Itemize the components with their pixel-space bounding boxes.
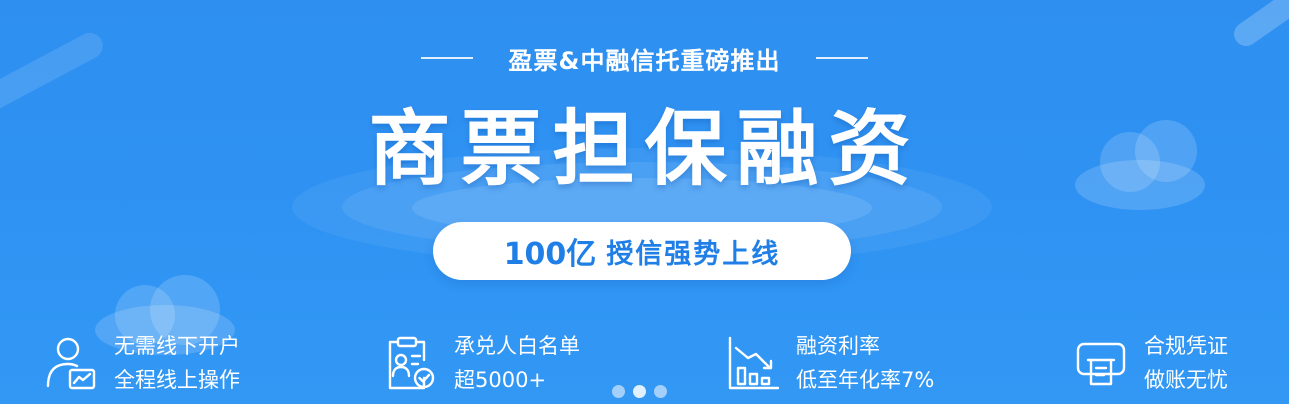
banner-subtitle: 盈票&中融信托重磅推出 (508, 46, 781, 75)
clipboard-check-icon (388, 336, 435, 390)
hero-banner[interactable]: 盈票&中融信托重磅推出 商票担保融资 100亿 授信强势上线 无需线下开户 全程… (0, 0, 1289, 404)
receipt-printer-icon (1076, 342, 1126, 386)
feature-line-1: 合规凭证 (1144, 334, 1228, 358)
feature-whitelist: 承兑人白名单 超5000+ (384, 328, 580, 398)
feature-line-2: 全程线上操作 (114, 368, 240, 392)
feature-line-1: 融资利率 (796, 334, 880, 358)
carousel-dot-2[interactable] (633, 385, 646, 398)
user-chart-icon (46, 337, 96, 390)
pill-text: 授信强势上线 (606, 238, 781, 270)
carousel-dot-3[interactable] (654, 385, 667, 398)
bar-chart-decline-icon (728, 336, 780, 390)
feature-compliance: 合规凭证 做账无忧 (1074, 328, 1228, 398)
pill-number: 100亿 (503, 237, 597, 272)
feature-interest-rate: 融资利率 低至年化率7% (726, 328, 934, 398)
subtitle-dash-right (816, 57, 869, 59)
feature-line-2: 低至年化率7% (796, 368, 935, 392)
credit-pill[interactable]: 100亿 授信强势上线 (433, 222, 851, 280)
carousel-dot-1[interactable] (612, 385, 625, 398)
banner-title: 商票担保融资 (368, 102, 921, 197)
subtitle-row: 盈票&中融信托重磅推出 (0, 40, 1289, 76)
feature-line-2: 做账无忧 (1144, 368, 1228, 392)
carousel-dots (612, 385, 667, 398)
feature-line-2: 超5000+ (454, 368, 547, 392)
feature-line-1: 无需线下开户 (114, 334, 240, 358)
feature-line-1: 承兑人白名单 (454, 334, 580, 358)
feature-online-account: 无需线下开户 全程线上操作 (44, 328, 240, 398)
subtitle-dash-left (420, 57, 473, 59)
